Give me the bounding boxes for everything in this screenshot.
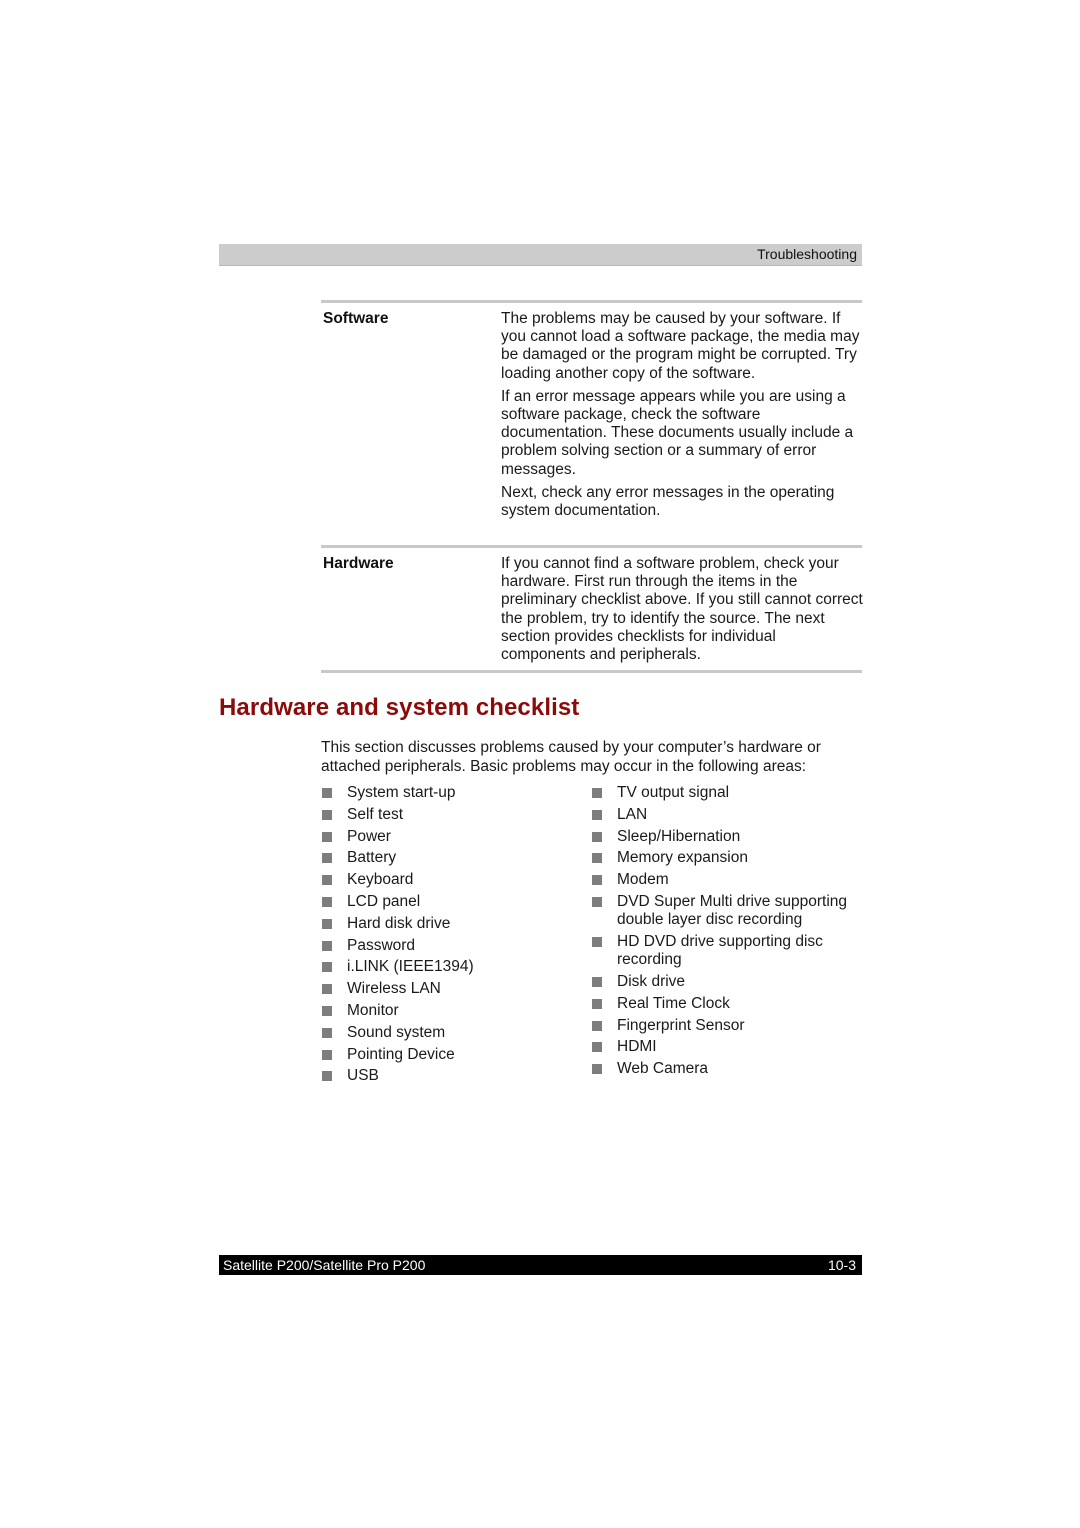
square-bullet-icon — [592, 831, 602, 842]
list-item: Sleep/Hibernation — [591, 828, 866, 846]
square-bullet-icon — [322, 875, 332, 886]
list-item: Password — [321, 937, 581, 955]
square-bullet-icon — [322, 1005, 332, 1016]
definition-term-hardware: Hardware — [323, 555, 394, 572]
header-section-name: Troubleshooting — [757, 246, 857, 262]
list-item: Hard disk drive — [321, 915, 581, 933]
running-footer: Satellite P200/Satellite Pro P200 10-3 — [219, 1255, 862, 1275]
paragraph: If an error message appears while you ar… — [501, 387, 854, 478]
square-bullet-icon — [322, 809, 332, 820]
square-bullet-icon — [322, 940, 332, 951]
list-item: DVD Super Multi drive supporting double … — [591, 893, 866, 929]
footer-product-name: Satellite P200/Satellite Pro P200 — [223, 1257, 426, 1273]
square-bullet-icon — [592, 875, 602, 886]
running-header: Troubleshooting — [219, 244, 862, 266]
definition-desc-software: The problems may be caused by your softw… — [501, 310, 863, 525]
square-bullet-icon — [322, 788, 332, 798]
square-bullet-icon — [592, 853, 602, 864]
list-item: LAN — [591, 806, 866, 824]
square-bullet-icon — [592, 809, 602, 820]
list-item: Wireless LAN — [321, 980, 581, 998]
list-item: Self test — [321, 806, 581, 824]
list-item: Power — [321, 828, 581, 846]
list-item: Fingerprint Sensor — [591, 1017, 866, 1035]
square-bullet-icon — [592, 896, 602, 907]
table-rule-bottom — [321, 670, 862, 673]
list-item: HDMI — [591, 1038, 866, 1056]
list-item: LCD panel — [321, 893, 581, 911]
square-bullet-icon — [322, 918, 332, 929]
list-item: USB — [321, 1067, 581, 1085]
checklist-left: System start-up Self test Power Battery … — [321, 784, 581, 1089]
paragraph: If you cannot find a software problem, c… — [501, 555, 863, 664]
footer-page-number: 10-3 — [827, 1257, 856, 1273]
paragraph: Next, check any error messages in the op… — [501, 483, 835, 520]
list-item: Web Camera — [591, 1060, 866, 1078]
square-bullet-icon — [322, 962, 332, 973]
list-item: Sound system — [321, 1024, 581, 1042]
square-bullet-icon — [322, 853, 332, 864]
square-bullet-icon — [322, 1027, 332, 1038]
list-item: HD DVD drive supporting disc recording — [591, 933, 866, 969]
square-bullet-icon — [592, 1042, 602, 1053]
list-item: Disk drive — [591, 973, 866, 991]
list-item: System start-up — [321, 784, 581, 802]
section-intro: This section discusses problems caused b… — [321, 739, 821, 775]
square-bullet-icon — [322, 831, 332, 842]
square-bullet-icon — [592, 1064, 602, 1075]
definition-desc-hardware: If you cannot find a software problem, c… — [501, 555, 863, 669]
definition-term-software: Software — [323, 310, 389, 327]
paragraph: The problems may be caused by your softw… — [501, 310, 860, 382]
square-bullet-icon — [322, 896, 332, 907]
checklist-right: TV output signal LAN Sleep/Hibernation M… — [591, 784, 866, 1082]
square-bullet-icon — [322, 1049, 332, 1060]
square-bullet-icon — [592, 1020, 602, 1031]
list-item: TV output signal — [591, 784, 866, 802]
table-rule-middle — [321, 545, 862, 548]
square-bullet-icon — [592, 936, 602, 947]
square-bullet-icon — [322, 984, 332, 995]
square-bullet-icon — [592, 998, 602, 1009]
list-item: Real Time Clock — [591, 995, 866, 1013]
square-bullet-icon — [322, 1071, 332, 1082]
square-bullet-icon — [592, 788, 602, 798]
list-item: Battery — [321, 849, 581, 867]
square-bullet-icon — [592, 976, 602, 987]
list-item: Pointing Device — [321, 1046, 581, 1064]
list-item: i.LINK (IEEE1394) — [321, 958, 581, 976]
list-item: Modem — [591, 871, 866, 889]
section-heading: Hardware and system checklist — [219, 694, 580, 721]
list-item: Monitor — [321, 1002, 581, 1020]
list-item: Keyboard — [321, 871, 581, 889]
table-rule-top — [321, 300, 862, 303]
list-item: Memory expansion — [591, 849, 866, 867]
